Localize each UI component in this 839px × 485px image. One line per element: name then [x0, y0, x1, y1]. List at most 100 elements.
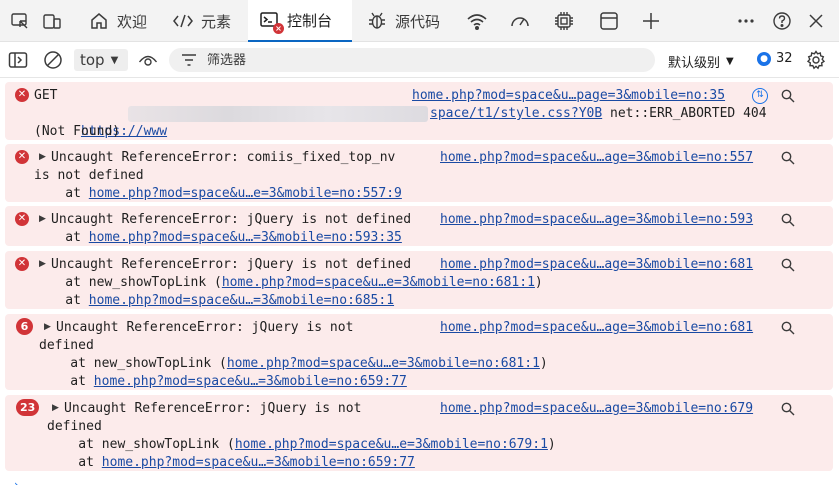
stack-link[interactable]: home.php?mod=space&u…e=3&mobile=no:681:1 — [222, 275, 535, 290]
issues-count: 32 — [776, 51, 793, 66]
source-link[interactable]: home.php?mod=space&u…age=3&mobile=no:557 — [440, 149, 753, 167]
stack-frame: at new_showTopLink (home.php?mod=space&u… — [34, 274, 543, 292]
stack-at: at new_showTopLink ( — [47, 437, 235, 452]
error-message: Uncaught ReferenceError: jQuery is not — [64, 401, 362, 416]
console-message: ✕ GET https://www space/t1/style.css?Y0B… — [5, 82, 833, 140]
stack-close: ) — [547, 437, 556, 452]
expand-triangle-icon[interactable]: ▶ — [39, 255, 46, 273]
expand-triangle-icon[interactable]: ▶ — [44, 318, 51, 336]
repeat-count-badge: 23 — [16, 399, 40, 416]
stack-frame: at home.php?mod=space&u…=3&mobile=no:593… — [34, 229, 402, 247]
close-icon[interactable] — [804, 9, 828, 33]
filter-input[interactable] — [207, 52, 637, 68]
stack-at: at — [34, 186, 89, 201]
stack-at: at new_showTopLink ( — [34, 275, 222, 290]
stack-frame: at home.php?mod=space&u…e=3&mobile=no:55… — [34, 185, 402, 203]
stack-frame: at new_showTopLink (home.php?mod=space&u… — [39, 355, 547, 373]
search-icon[interactable] — [781, 151, 795, 165]
error-icon: ✕ — [15, 257, 29, 271]
more-options-icon[interactable] — [734, 9, 758, 33]
source-link[interactable]: home.php?mod=space&u…age=3&mobile=no:681 — [440, 256, 753, 274]
search-icon[interactable] — [781, 213, 795, 227]
tab-welcome[interactable]: 欢迎 — [78, 0, 157, 42]
console-messages: ✕ GET https://www space/t1/style.css?Y0B… — [0, 78, 839, 485]
issues-message-icon: ● — [757, 51, 771, 66]
source-link[interactable]: home.php?mod=space&u…age=3&mobile=no:681 — [440, 319, 753, 337]
expand-triangle-icon[interactable]: ▶ — [39, 210, 46, 228]
settings-gear-icon[interactable] — [806, 50, 826, 70]
search-icon[interactable] — [781, 402, 795, 416]
stack-link[interactable]: home.php?mod=space&u…=3&mobile=no:685:1 — [89, 293, 394, 308]
console-message: ✕ ▶ Uncaught ReferenceError: jQuery is n… — [5, 206, 833, 246]
expand-triangle-icon[interactable]: ▶ — [52, 399, 59, 417]
memory-chip-icon[interactable] — [552, 9, 576, 33]
expand-triangle-icon[interactable]: ▶ — [39, 148, 46, 166]
redacted-url-segment — [128, 106, 428, 122]
log-level-dropdown[interactable]: 默认级别 ▼ — [668, 52, 734, 71]
stack-link[interactable]: home.php?mod=space&u…e=3&mobile=no:679:1 — [235, 437, 548, 452]
stack-at: at — [34, 293, 89, 308]
console-error-indicator-icon: × — [273, 23, 284, 34]
stack-link[interactable]: home.php?mod=space&u…e=3&mobile=no:557:9 — [89, 186, 402, 201]
error-icon: ✕ — [15, 212, 29, 226]
search-icon[interactable] — [781, 321, 795, 335]
code-brackets-icon — [172, 10, 194, 32]
add-tool-icon[interactable] — [639, 9, 663, 33]
chevron-down-icon: ▼ — [110, 54, 119, 66]
stack-close: ) — [534, 275, 543, 290]
stack-at: at new_showTopLink ( — [39, 356, 227, 371]
error-message-cont: is not defined — [34, 168, 144, 183]
network-request-icon[interactable]: ⇅ — [752, 88, 768, 104]
filter-input-container — [169, 48, 655, 72]
stack-link[interactable]: home.php?mod=space&u…=3&mobile=no:659:77 — [94, 374, 407, 389]
stack-frame: at home.php?mod=space&u…=3&mobile=no:659… — [47, 454, 415, 472]
tab-elements[interactable]: 元素 — [162, 0, 241, 42]
repeat-count-badge: 6 — [16, 318, 33, 335]
request-method: GET — [34, 88, 58, 103]
console-prompt-icon[interactable]: › — [14, 478, 19, 485]
stack-at: at — [47, 455, 102, 470]
issues-counter[interactable]: ● 32 — [757, 51, 793, 66]
source-link[interactable]: home.php?mod=space&u…page=3&mobile=no:35 — [412, 87, 725, 105]
tab-console[interactable]: × 控制台 — [248, 0, 352, 42]
error-icon: ✕ — [15, 150, 29, 164]
console-icon: × — [258, 9, 284, 34]
search-icon[interactable] — [781, 89, 795, 103]
search-icon[interactable] — [781, 258, 795, 272]
stack-frame: at new_showTopLink (home.php?mod=space&u… — [47, 436, 556, 454]
stack-link[interactable]: home.php?mod=space&u…=3&mobile=no:593:35 — [89, 230, 402, 245]
console-message: 6 ▶ Uncaught ReferenceError: jQuery is n… — [5, 314, 833, 390]
toggle-sidebar-icon[interactable] — [8, 50, 28, 70]
console-message: ✕ ▶ Uncaught ReferenceError: jQuery is n… — [5, 251, 833, 309]
live-expression-eye-icon[interactable] — [138, 50, 158, 70]
devtools-tab-strip: 欢迎 元素 × 控制台 源代码 — [0, 0, 839, 42]
performance-gauge-icon[interactable] — [508, 9, 532, 33]
request-status: net::ERR_ABORTED 404 — [602, 106, 767, 121]
stack-link[interactable]: home.php?mod=space&u…e=3&mobile=no:681:1 — [227, 356, 540, 371]
error-message: Uncaught ReferenceError: jQuery is not — [56, 320, 354, 335]
stack-frame: at home.php?mod=space&u…=3&mobile=no:685… — [34, 292, 394, 310]
inspect-element-icon[interactable] — [8, 9, 32, 33]
network-wifi-icon[interactable] — [465, 9, 489, 33]
bug-icon — [366, 10, 388, 32]
context-selector[interactable]: top ▼ — [74, 49, 128, 71]
clear-console-icon[interactable] — [43, 50, 63, 70]
tab-sources[interactable]: 源代码 — [356, 0, 450, 42]
home-icon — [88, 10, 110, 32]
stack-link[interactable]: home.php?mod=space&u…=3&mobile=no:659:77 — [102, 455, 415, 470]
tab-console-label: 控制台 — [287, 11, 333, 30]
error-message: Uncaught ReferenceError: jQuery is not d… — [51, 257, 412, 272]
console-message: 23 ▶ Uncaught ReferenceError: jQuery is … — [5, 395, 833, 471]
source-link[interactable]: home.php?mod=space&u…age=3&mobile=no:679 — [440, 400, 753, 418]
error-icon: ✕ — [15, 88, 29, 102]
console-toolbar: top ▼ 默认级别 ▼ ● 32 — [0, 42, 839, 78]
request-url-suffix[interactable]: space/t1/style.css?Y0B — [430, 106, 602, 121]
device-emulation-icon[interactable] — [40, 9, 64, 33]
help-icon[interactable] — [770, 9, 794, 33]
error-message: Uncaught ReferenceError: jQuery is not d… — [51, 212, 412, 227]
source-link[interactable]: home.php?mod=space&u…age=3&mobile=no:593 — [440, 211, 753, 229]
error-message-cont: defined — [47, 419, 102, 434]
context-selector-value: top — [80, 51, 105, 69]
tab-elements-label: 元素 — [201, 12, 232, 31]
application-panel-icon[interactable] — [597, 9, 621, 33]
